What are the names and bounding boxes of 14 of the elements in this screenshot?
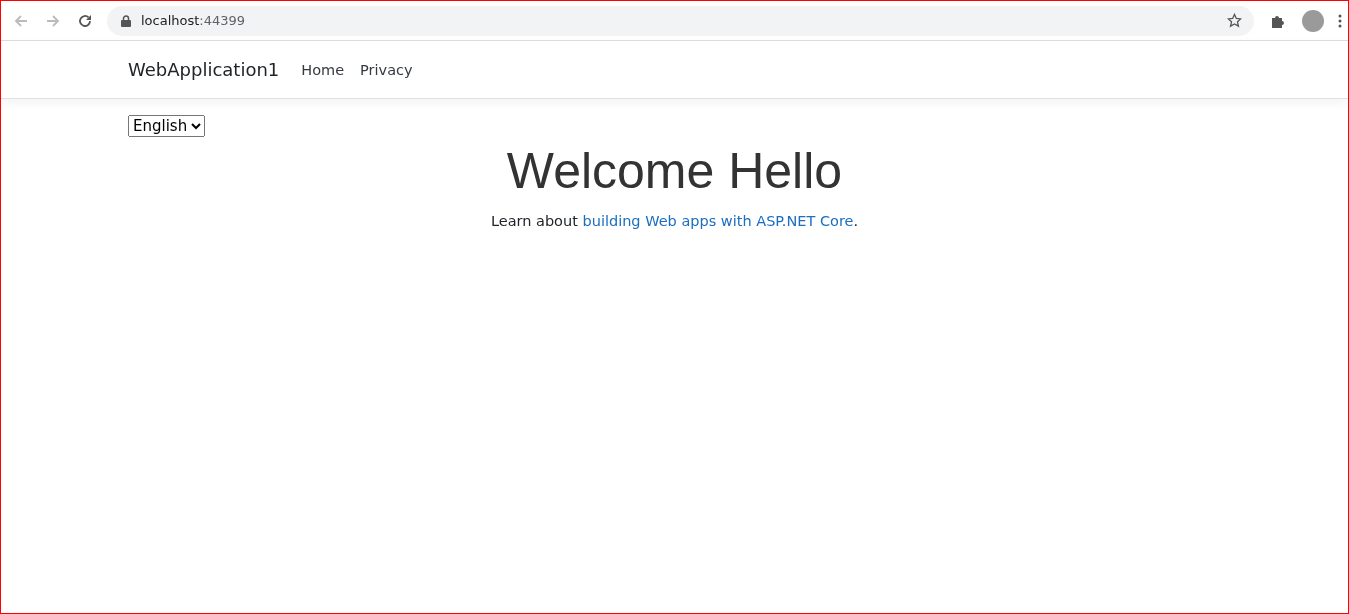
docs-link[interactable]: building Web apps with ASP.NET Core xyxy=(582,213,854,229)
reload-icon[interactable] xyxy=(77,12,93,29)
avatar[interactable] xyxy=(1302,9,1324,32)
intro-text: Learn about building Web apps with ASP.NET Core. xyxy=(489,213,860,229)
nav-link[interactable]: Home xyxy=(301,61,345,78)
lock-icon xyxy=(121,14,131,27)
nav-link[interactable]: Privacy xyxy=(360,61,413,78)
brand-link[interactable]: WebApplication1 xyxy=(128,59,280,80)
menu-icon[interactable] xyxy=(1338,13,1342,28)
page-heading: Welcome Hello xyxy=(505,142,844,201)
language-select[interactable]: English xyxy=(128,115,205,137)
url-text: localhost:44399 xyxy=(141,13,246,28)
star-icon[interactable] xyxy=(1227,13,1242,28)
address-bar[interactable]: localhost:44399 xyxy=(107,5,1254,36)
